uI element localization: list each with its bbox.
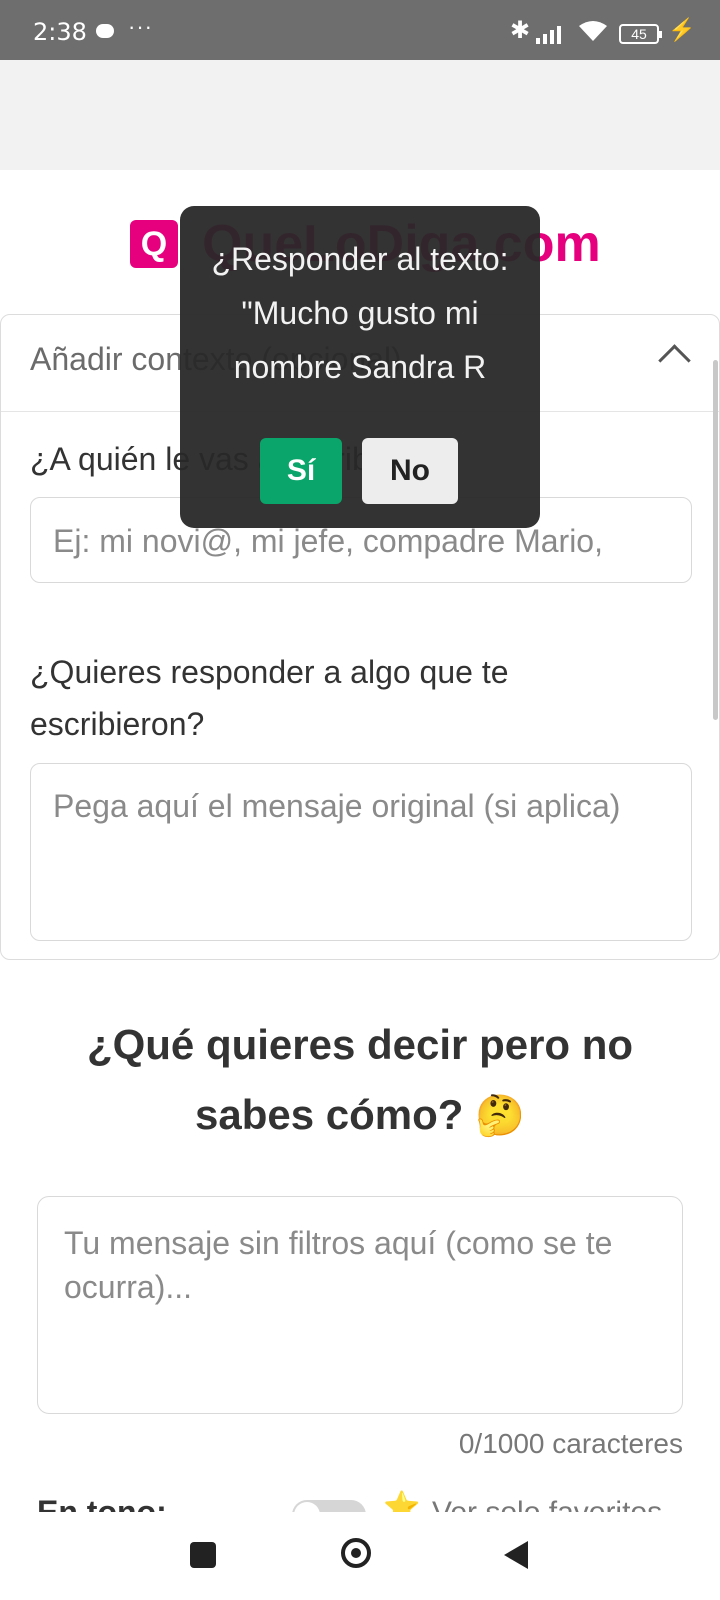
yes-button[interactable]: Sí: [260, 438, 342, 504]
reply-dialog: ¿Responder al texto: "Mucho gusto mi nom…: [180, 206, 540, 528]
no-button[interactable]: No: [362, 438, 458, 504]
original-message-textarea[interactable]: Pega aquí el mensaje original (si aplica…: [30, 763, 692, 941]
main-title-text: ¿Qué quieres decir pero no sabes cómo?: [86, 1021, 634, 1138]
recents-icon[interactable]: [190, 1542, 216, 1568]
thinking-face-icon: 🤔: [475, 1094, 525, 1138]
status-bar: 2:38 ··· ✱ 45 ⚡: [0, 0, 720, 60]
main-title: ¿Qué quieres decir pero no sabes cómo? 🤔: [60, 1010, 660, 1151]
logo-mark: Q: [130, 220, 178, 268]
back-icon[interactable]: [504, 1541, 528, 1569]
home-icon[interactable]: [341, 1538, 371, 1568]
message-textarea[interactable]: Tu mensaje sin filtros aquí (como se te …: [37, 1196, 683, 1414]
character-counter: 0/1000 caracteres: [458, 1428, 683, 1459]
status-time: 2:38: [33, 18, 87, 46]
dialog-message: ¿Responder al texto: "Mucho gusto mi nom…: [211, 241, 509, 385]
reply-label: ¿Quieres responder a algo que te escribi…: [30, 654, 509, 742]
battery-icon: 45: [619, 24, 662, 44]
scrollbar[interactable]: [713, 360, 718, 720]
bluetooth-icon: ✱: [510, 17, 531, 44]
chat-bubble-icon: [96, 24, 114, 38]
signal-icon: [536, 24, 561, 44]
charging-icon: ⚡: [668, 17, 696, 42]
wifi-icon: [579, 21, 607, 41]
chevron-up-icon[interactable]: [658, 344, 691, 377]
battery-level: 45: [631, 26, 647, 42]
more-notifications-icon: ···: [128, 14, 153, 39]
top-band: [0, 60, 720, 170]
